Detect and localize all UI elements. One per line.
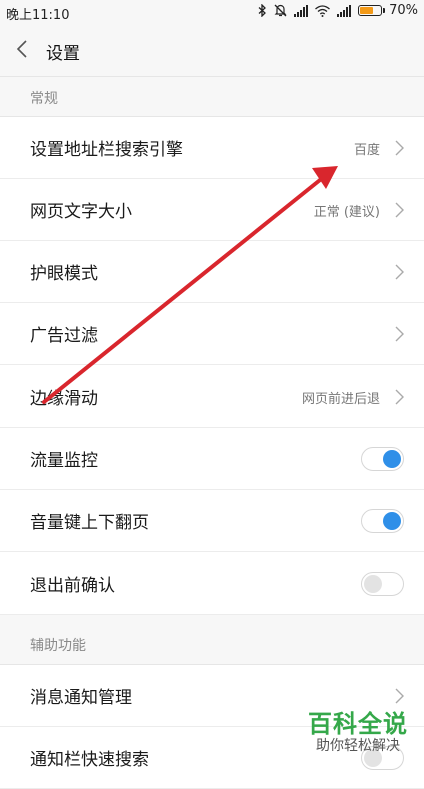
- setting-volume-key-paging: 音量键上下翻页: [0, 490, 424, 552]
- volume-key-toggle[interactable]: [361, 509, 404, 533]
- data-monitor-toggle[interactable]: [361, 447, 404, 471]
- setting-ad-filter[interactable]: 广告过滤: [0, 303, 424, 365]
- row-label: 网页文字大小: [30, 202, 132, 222]
- row-label: 边缘滑动: [30, 389, 98, 409]
- chevron-right-icon: [395, 389, 404, 405]
- chevron-right-icon: [395, 140, 404, 156]
- status-bar: 晚上11:10 70%: [0, 0, 424, 24]
- status-time: 晚上11:10: [6, 8, 70, 23]
- page-title: 设置: [46, 44, 80, 64]
- setting-font-size[interactable]: 网页文字大小 正常 (建议): [0, 179, 424, 241]
- section-header-general: 常规: [0, 77, 424, 117]
- row-label: 通知栏快速搜索: [30, 750, 149, 770]
- signal-icon: [294, 4, 309, 17]
- row-label: 流量监控: [30, 451, 98, 471]
- section-header-accessibility: 辅助功能: [0, 615, 424, 665]
- chevron-right-icon: [395, 264, 404, 280]
- battery-level: [360, 7, 374, 14]
- toggle-knob: [383, 512, 401, 530]
- toggle-knob: [383, 450, 401, 468]
- row-value: 正常 (建议): [313, 205, 380, 220]
- row-value: 百度: [353, 143, 380, 158]
- setting-data-monitor: 流量监控: [0, 428, 424, 490]
- chevron-right-icon: [395, 202, 404, 218]
- status-icons: 70%: [258, 3, 418, 18]
- setting-search-engine[interactable]: 设置地址栏搜索引擎 百度: [0, 117, 424, 179]
- setting-edge-swipe[interactable]: 边缘滑动 网页前进后退: [0, 366, 424, 428]
- row-label: 广告过滤: [30, 326, 98, 346]
- watermark-logo: 百科全说 助你轻松解决: [298, 704, 408, 758]
- row-label: 消息通知管理: [30, 688, 132, 708]
- title-bar: 设置: [0, 24, 424, 77]
- signal-icon-2: [337, 4, 352, 17]
- watermark-title: 百科全说: [308, 710, 408, 738]
- setting-exit-confirm: 退出前确认: [0, 553, 424, 615]
- back-arrow-icon[interactable]: [16, 40, 28, 58]
- row-label: 设置地址栏搜索引擎: [30, 140, 183, 160]
- wifi-icon: [315, 4, 331, 17]
- battery-icon: [358, 5, 386, 16]
- battery-percent: 70%: [389, 3, 418, 18]
- bluetooth-icon: [258, 4, 267, 17]
- chevron-right-icon: [395, 688, 404, 704]
- watermark-subtitle: 助你轻松解决: [316, 738, 400, 754]
- setting-eye-protection[interactable]: 护眼模式: [0, 241, 424, 303]
- toggle-knob: [364, 575, 382, 593]
- exit-confirm-toggle[interactable]: [361, 572, 404, 596]
- row-value: 网页前进后退: [301, 392, 380, 407]
- row-label: 退出前确认: [30, 576, 115, 596]
- row-label: 护眼模式: [30, 264, 98, 284]
- section-title: 辅助功能: [30, 638, 86, 654]
- row-label: 音量键上下翻页: [30, 513, 149, 533]
- section-title: 常规: [30, 91, 58, 107]
- chevron-right-icon: [395, 326, 404, 342]
- mute-icon: [274, 4, 287, 17]
